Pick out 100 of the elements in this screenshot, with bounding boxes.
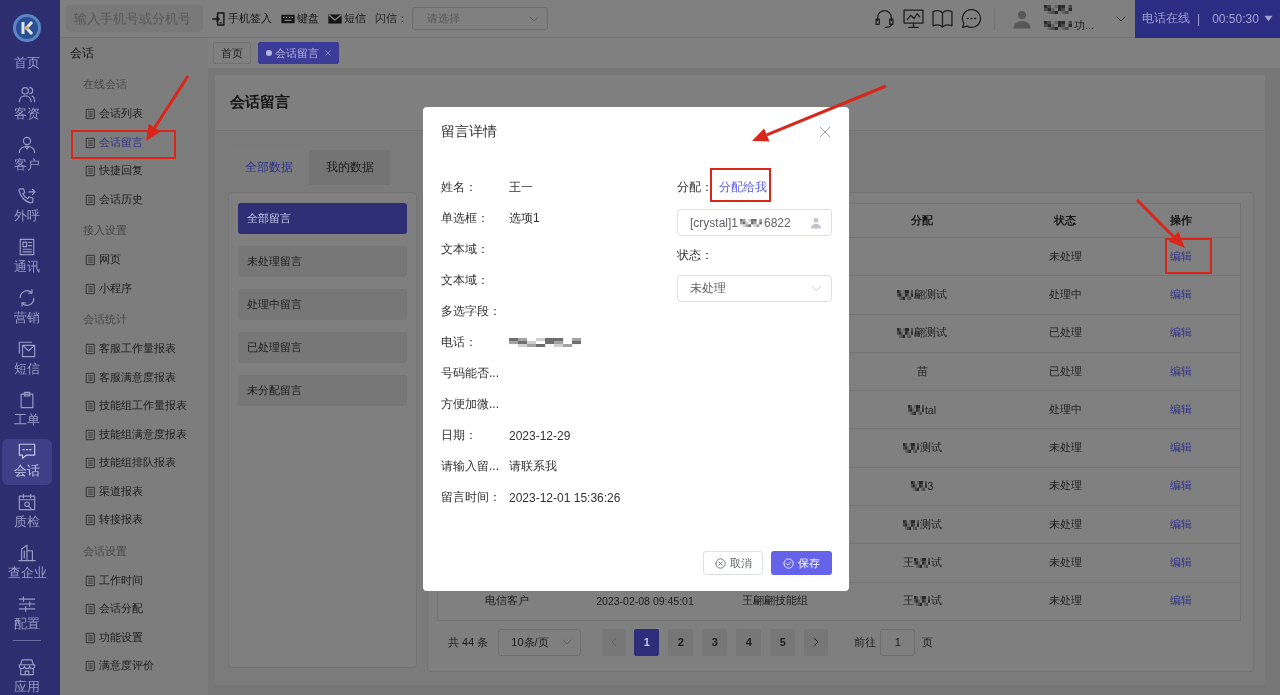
sidebar-item[interactable]: 客服工作量报表 bbox=[60, 335, 208, 364]
filter-item[interactable]: 全部留言 bbox=[238, 203, 407, 234]
document-icon bbox=[85, 400, 96, 413]
filter-item[interactable]: 未分配留言 bbox=[238, 375, 407, 406]
nav-rail-item[interactable]: 通讯 bbox=[2, 235, 52, 281]
close-icon[interactable] bbox=[325, 50, 331, 56]
sidebar-item[interactable]: 技能组排队报表 bbox=[60, 449, 208, 478]
document-icon bbox=[85, 343, 96, 356]
edit-link[interactable]: 编辑 bbox=[1169, 364, 1192, 379]
assignee-select[interactable]: [crystal]1 6822 bbox=[677, 209, 832, 236]
check-circle-icon bbox=[783, 557, 794, 569]
page-button[interactable]: 4 bbox=[736, 628, 762, 656]
contact-card-icon bbox=[18, 238, 36, 256]
nav-rail-item[interactable]: 配置 bbox=[2, 592, 52, 638]
page-size-select[interactable]: 10条/页 bbox=[498, 628, 582, 656]
pixel-mosaic-icon bbox=[913, 558, 930, 568]
monitor-chart-icon[interactable] bbox=[903, 8, 924, 29]
close-icon[interactable] bbox=[819, 126, 831, 138]
toolbar-action[interactable]: 手机签入 bbox=[212, 11, 272, 26]
nav-rail-item[interactable]: 首页 bbox=[2, 55, 52, 77]
page-button[interactable]: 2 bbox=[668, 628, 694, 656]
primary-button[interactable]: 保存 bbox=[771, 551, 832, 575]
nav-rail-item[interactable]: 应用 bbox=[2, 655, 52, 695]
edit-link[interactable]: 编辑 bbox=[1169, 249, 1192, 264]
sidebar-item[interactable]: 技能组工作量报表 bbox=[60, 392, 208, 421]
sidebar-item[interactable]: 渠道报表 bbox=[60, 477, 208, 506]
goto-page-field[interactable]: 1 bbox=[880, 628, 916, 656]
table-cell-text: 处理中 bbox=[1047, 286, 1083, 302]
sidebar-item[interactable]: 技能组满意度报表 bbox=[60, 420, 208, 449]
chat-bubble-icon[interactable] bbox=[961, 8, 982, 29]
secondary-button[interactable]: 取消 bbox=[703, 551, 763, 575]
edit-link[interactable]: 编辑 bbox=[1169, 517, 1192, 532]
page-button[interactable]: 5 bbox=[770, 628, 796, 656]
table-cell-text: 王翩翩技能组 bbox=[741, 593, 809, 609]
pagination-total: 共 44 条 bbox=[448, 634, 489, 650]
flash-message-label: 闪信： bbox=[375, 11, 408, 26]
sidebar-item[interactable]: 会话留言 bbox=[60, 128, 208, 157]
book-icon[interactable] bbox=[932, 8, 953, 29]
page-button[interactable]: 1 bbox=[634, 628, 660, 656]
sidebar-item[interactable]: 满意度评价 bbox=[60, 652, 208, 681]
nav-rail-item[interactable]: 会话 bbox=[2, 439, 52, 485]
edit-link[interactable]: 编辑 bbox=[1169, 479, 1192, 494]
avatar-silhouette-icon[interactable] bbox=[1012, 8, 1032, 29]
assign-to-me-link[interactable]: 分配给我 bbox=[719, 179, 767, 196]
sidebar-item[interactable]: 工作时间 bbox=[60, 566, 208, 595]
field-label: 留言时间： bbox=[441, 489, 502, 506]
column-header: 状态 bbox=[1054, 213, 1076, 228]
sidebar-item[interactable]: 功能设置 bbox=[60, 623, 208, 652]
toolbar-action[interactable]: 短信 bbox=[328, 11, 366, 26]
sidebar-item[interactable]: 客服满意度报表 bbox=[60, 363, 208, 392]
assignee-name: 试 bbox=[930, 594, 942, 609]
field-value: 请联系我 bbox=[509, 458, 557, 475]
field-label: 电话： bbox=[441, 334, 478, 351]
page-tab[interactable]: 会话留言 bbox=[258, 42, 339, 64]
field-label: 分配： bbox=[677, 179, 713, 196]
data-tab[interactable]: 我的数据 bbox=[309, 150, 390, 185]
page-tab[interactable]: 首页 bbox=[213, 42, 251, 64]
sidebar-item[interactable]: 网页 bbox=[60, 246, 208, 275]
field-label: 文本域： bbox=[441, 241, 490, 258]
table-cell-text: 未处理 bbox=[1047, 478, 1083, 494]
logo-icon[interactable] bbox=[13, 14, 41, 42]
table-cell-text: 2023-02-08 09:45:01 bbox=[595, 594, 695, 610]
document-icon bbox=[85, 108, 96, 121]
document-icon bbox=[85, 603, 96, 616]
cycle-arrows-icon bbox=[18, 289, 36, 307]
headset-icon[interactable] bbox=[874, 8, 895, 29]
chevron-down-icon bbox=[811, 283, 822, 294]
nav-rail-item[interactable]: 工单 bbox=[2, 388, 52, 434]
edit-link[interactable]: 编辑 bbox=[1169, 556, 1192, 570]
document-icon bbox=[85, 254, 96, 267]
filter-item[interactable]: 未处理留言 bbox=[238, 246, 407, 277]
user-name[interactable]: 功... bbox=[1074, 17, 1095, 33]
nav-rail-item[interactable]: 客资 bbox=[2, 82, 52, 128]
document-icon bbox=[85, 165, 96, 178]
nav-rail-item[interactable]: 客户 bbox=[2, 133, 52, 179]
edit-link[interactable]: 编辑 bbox=[1169, 441, 1192, 456]
sidebar-item[interactable]: 快捷回复 bbox=[60, 157, 208, 186]
nav-rail-item[interactable]: 查企业 bbox=[2, 541, 52, 587]
nav-rail-item[interactable]: 短信 bbox=[2, 337, 52, 383]
nav-rail-item[interactable]: 营销 bbox=[2, 286, 52, 332]
nav-rail-item[interactable]: 外呼 bbox=[2, 184, 52, 230]
filter-item[interactable]: 已处理留言 bbox=[238, 332, 407, 363]
edit-link[interactable]: 编辑 bbox=[1169, 402, 1192, 417]
toolbar-action[interactable]: 键盘 bbox=[281, 11, 319, 26]
sidebar-item[interactable]: 会话历史 bbox=[60, 185, 208, 214]
page-button[interactable]: 3 bbox=[702, 628, 728, 656]
sidebar-item[interactable]: 转接报表 bbox=[60, 506, 208, 535]
assignee-name: 苗 bbox=[916, 364, 928, 379]
filter-item[interactable]: 处理中留言 bbox=[238, 289, 407, 320]
edit-link[interactable]: 编辑 bbox=[1169, 287, 1192, 302]
status-select[interactable]: 未处理 bbox=[677, 275, 832, 302]
document-icon bbox=[85, 282, 96, 295]
sidebar-item[interactable]: 会话分配 bbox=[60, 595, 208, 624]
edit-link[interactable]: 编辑 bbox=[1169, 326, 1192, 341]
sidebar-item[interactable]: 小程序 bbox=[60, 274, 208, 303]
call-status-dropdown[interactable]: 电话在线 | 00:50:30 bbox=[1135, 0, 1280, 38]
sidebar-item[interactable]: 会话列表 bbox=[60, 100, 208, 129]
nav-rail-item[interactable]: 质检 bbox=[2, 490, 52, 536]
edit-link[interactable]: 编辑 bbox=[1169, 594, 1192, 609]
table-cell-text: 未处理 bbox=[1047, 555, 1083, 570]
